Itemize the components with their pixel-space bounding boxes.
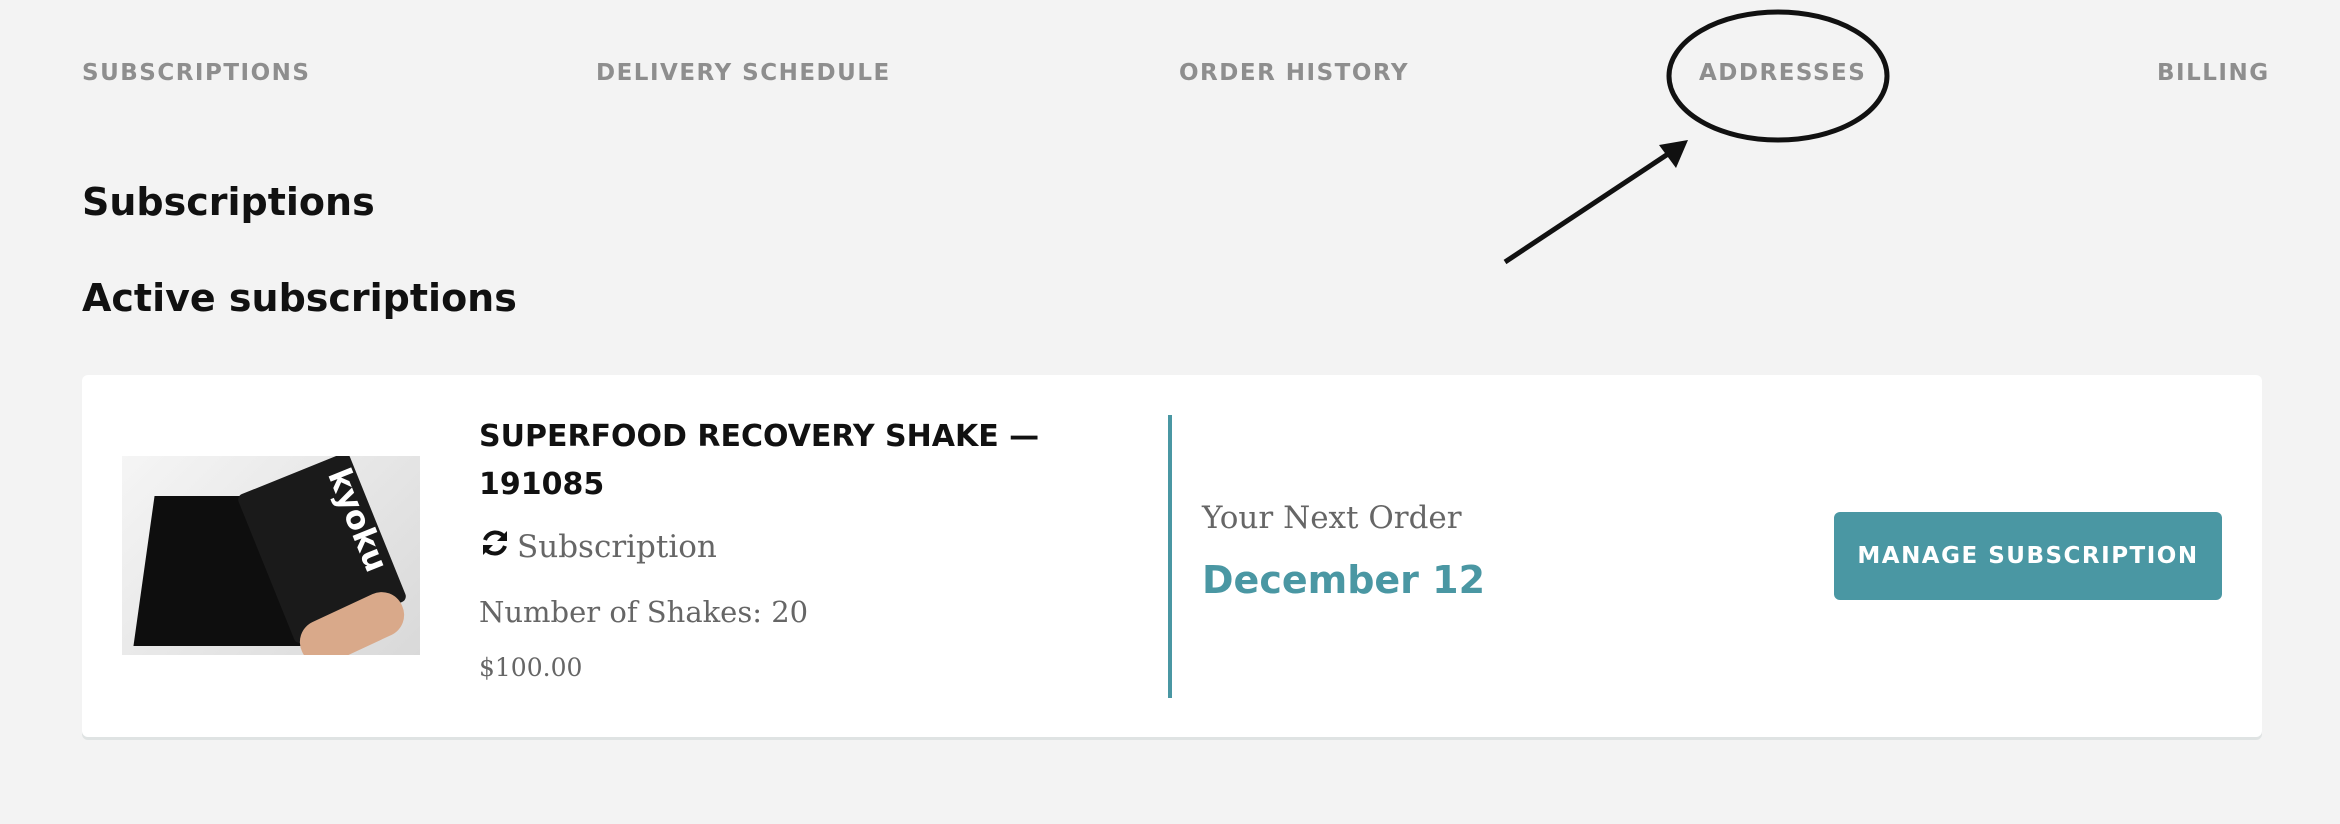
subscription-type-label: Subscription (517, 529, 717, 565)
page-title: Subscriptions (82, 180, 375, 224)
section-title-active-subscriptions: Active subscriptions (82, 276, 517, 320)
subscription-card: kyoku SUPERFOOD RECOVERY SHAKE — 191085 … (82, 375, 2262, 737)
arrow-annotation-head (1659, 140, 1688, 168)
shake-quantity: Number of Shakes: 20 (479, 595, 809, 629)
refresh-icon (479, 527, 511, 567)
product-image: kyoku (122, 456, 420, 655)
next-order-label: Your Next Order (1202, 500, 1462, 536)
subscription-type: Subscription (479, 527, 717, 567)
next-order-date: December 12 (1202, 558, 1486, 602)
product-title: SUPERFOOD RECOVERY SHAKE — 191085 (479, 419, 1040, 502)
subscription-price: $100.00 (479, 653, 583, 682)
manage-subscription-button[interactable]: MANAGE SUBSCRIPTION (1834, 512, 2222, 600)
arrow-annotation-line (1503, 151, 1670, 265)
highlight-circle-annotation (1666, 9, 1890, 143)
card-divider (1168, 415, 1172, 698)
